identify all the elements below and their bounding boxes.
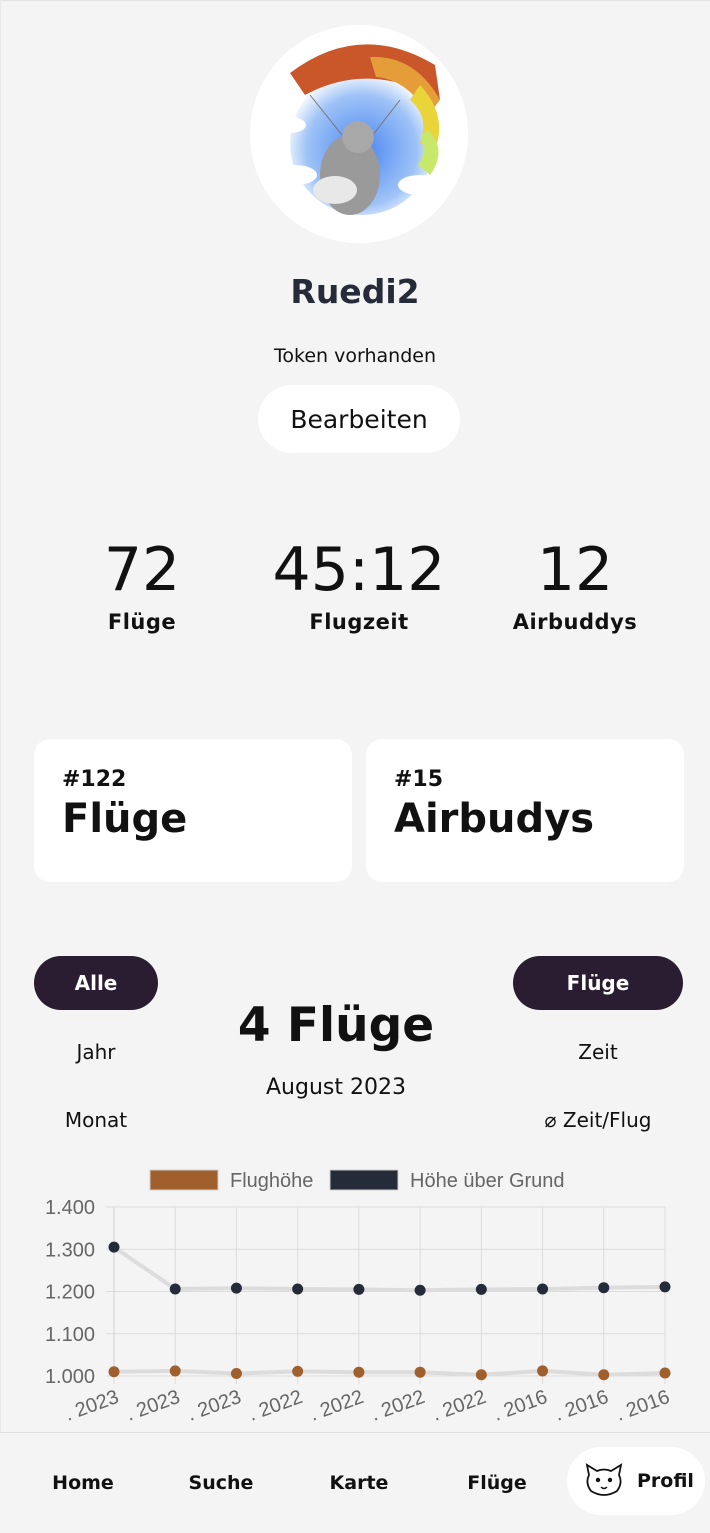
data-point (230, 1367, 242, 1379)
x-tick-label: . 2023 (62, 1386, 122, 1426)
stat-flight-time: 45:12 Flugzeit (254, 530, 464, 634)
ranking-airbudys-rank: #15 (394, 767, 444, 792)
token-status: Token vorhanden (274, 345, 436, 367)
legend-label: Flughöhe (230, 1170, 313, 1192)
summary-headline: 4 Flüge (237, 998, 435, 1053)
nav-profile-label: Profil (637, 1470, 694, 1492)
profile-username: Ruedi2 (290, 272, 420, 311)
data-point (537, 1283, 549, 1295)
paraglider-cat-icon (250, 25, 468, 243)
data-point (475, 1283, 487, 1295)
x-tick-label: . 2022 (429, 1386, 489, 1426)
ranking-flights-title: Flüge (62, 796, 188, 842)
stat-airbuddys-label: Airbuddys (512, 610, 638, 634)
nav-map[interactable]: Karte (304, 1433, 414, 1533)
nav-profile[interactable]: Profil (567, 1447, 705, 1515)
series-line (112, 1245, 666, 1293)
data-point (353, 1366, 365, 1378)
stat-flight-time-label: Flugzeit (309, 610, 409, 634)
x-tick-label: . 2016 (613, 1386, 673, 1426)
period-filter-year[interactable]: Jahr (34, 1040, 158, 1064)
series-line (113, 1368, 666, 1377)
x-tick-label: . 2016 (552, 1386, 612, 1426)
profile-avatar (250, 25, 468, 243)
y-tick-label: 1.300 (45, 1239, 95, 1261)
data-point (598, 1282, 610, 1294)
y-tick-label: 1.100 (45, 1324, 95, 1346)
stat-flights-label: Flüge (107, 610, 177, 634)
data-point (353, 1283, 365, 1295)
legend-swatch (149, 1169, 219, 1191)
nav-home[interactable]: Home (28, 1433, 138, 1533)
x-tick-label: . 2022 (307, 1386, 367, 1426)
stat-flight-time-value: 45:12 (272, 535, 446, 605)
nav-search[interactable]: Suche (166, 1433, 276, 1533)
metric-filter-avg-time[interactable]: ⌀ Zeit/Flug (513, 1108, 683, 1132)
data-point (475, 1369, 487, 1381)
ranking-airbudys-title: Airbudys (394, 796, 595, 842)
data-point (169, 1283, 181, 1295)
y-tick-label: 1.400 (45, 1197, 95, 1219)
x-tick-label: . 2023 (184, 1386, 244, 1426)
legend-label: Höhe über Grund (410, 1170, 565, 1192)
stat-airbuddys: 12 Airbuddys (470, 530, 680, 634)
ranking-card-flights[interactable]: #122 Flüge (34, 739, 352, 882)
metric-filter-flights[interactable]: Flüge (513, 956, 683, 1010)
y-tick-label: 1.200 (45, 1282, 95, 1304)
stat-flights: 72 Flüge (37, 530, 247, 634)
data-point (108, 1366, 120, 1378)
bottom-nav: Home Suche Karte Flüge Profil (0, 1432, 710, 1533)
legend-swatch (329, 1169, 399, 1191)
nav-flights[interactable]: Flüge (442, 1433, 552, 1533)
y-tick-label: 1.000 (45, 1366, 95, 1388)
data-point (598, 1369, 610, 1381)
ranking-flights-rank: #122 (62, 767, 127, 792)
edit-profile-button[interactable]: Bearbeiten (258, 385, 460, 453)
altitude-chart: 1.0001.1001.2001.3001.400. 2023. 2023. 2… (45, 1169, 673, 1426)
x-tick-label: . 2023 (123, 1386, 183, 1426)
summary-period: August 2023 (266, 1075, 406, 1100)
period-filter-all[interactable]: Alle (34, 956, 158, 1010)
data-point (414, 1284, 426, 1296)
data-point (659, 1367, 671, 1379)
x-tick-label: . 2022 (246, 1386, 306, 1426)
x-tick-label: . 2016 (490, 1386, 550, 1426)
data-point (108, 1241, 120, 1253)
ranking-card-airbudys[interactable]: #15 Airbudys (366, 739, 684, 882)
stat-airbuddys-value: 12 (536, 535, 614, 605)
data-point (414, 1366, 426, 1378)
period-filter-month[interactable]: Monat (34, 1108, 158, 1132)
cat-avatar-icon (585, 1463, 623, 1496)
x-tick-label: . 2022 (368, 1386, 428, 1426)
data-point (292, 1283, 304, 1295)
data-point (537, 1365, 549, 1377)
data-point (292, 1365, 304, 1377)
data-point (230, 1282, 242, 1294)
metric-filter-time[interactable]: Zeit (513, 1040, 683, 1064)
stat-flights-value: 72 (103, 535, 181, 605)
data-point (169, 1365, 181, 1377)
data-point (659, 1281, 671, 1293)
